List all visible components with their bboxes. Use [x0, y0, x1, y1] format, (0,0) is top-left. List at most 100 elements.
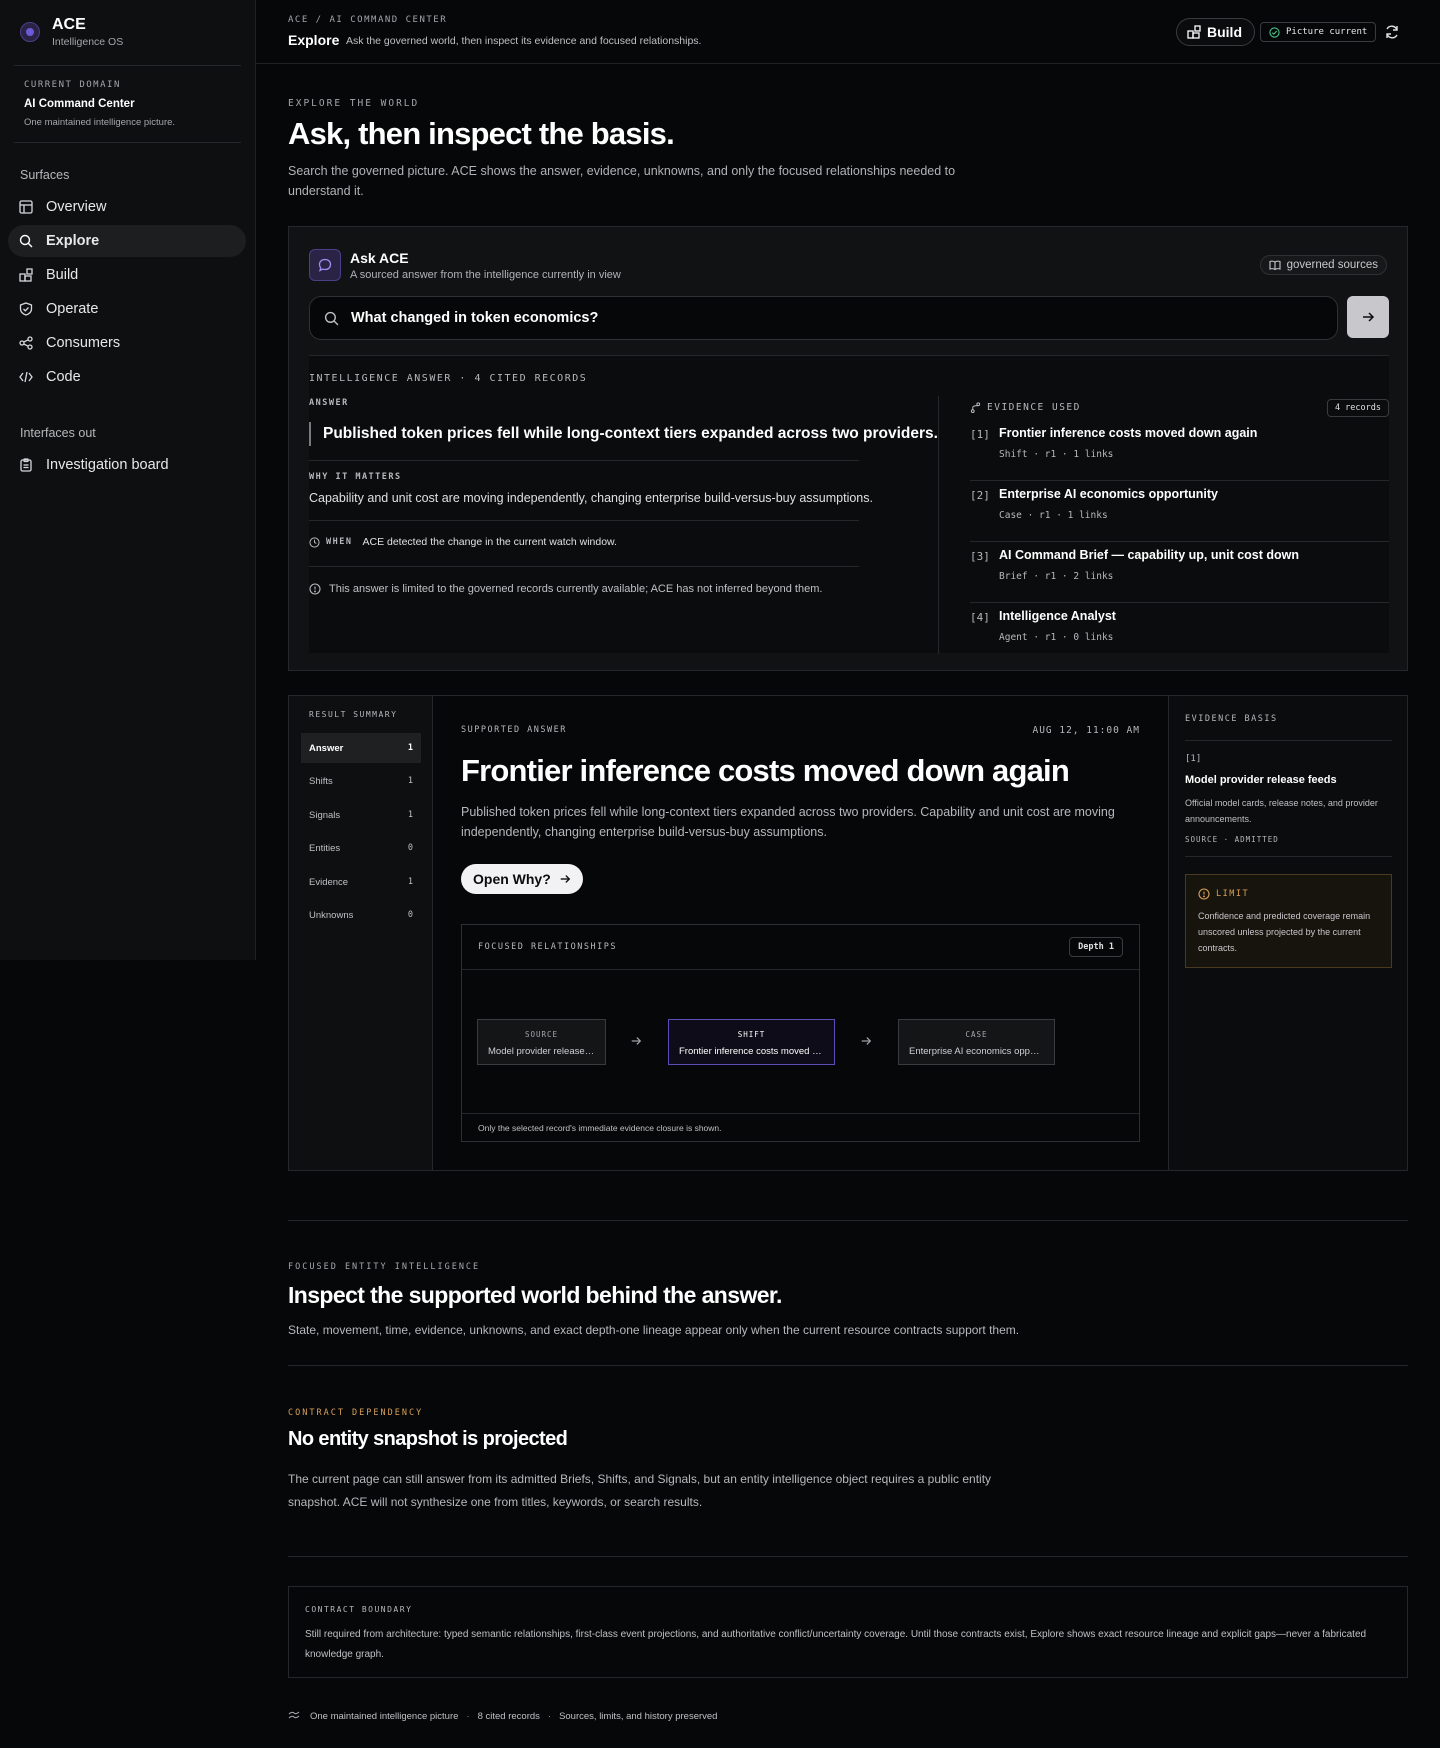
open-why-label: Open Why?: [473, 871, 551, 887]
evidence-title: Intelligence Analyst: [999, 609, 1116, 623]
nav-item-explore[interactable]: Explore: [8, 225, 246, 257]
ask-title: Ask ACE: [350, 250, 409, 266]
relationships-footnote: Only the selected record's immediate evi…: [478, 1123, 722, 1133]
sidebar-divider: [14, 65, 241, 66]
nav-item-label: Consumers: [46, 335, 121, 351]
summary-label: Evidence: [309, 876, 349, 888]
nav-item-label: Build: [46, 267, 79, 283]
hero-eyebrow: EXPLORE THE WORLD: [288, 98, 420, 109]
hero-subtitle: Search the governed picture. ACE shows t…: [288, 161, 1008, 201]
nav-item-consumers[interactable]: Consumers: [8, 327, 246, 359]
contract-boundary: CONTRACT BOUNDARY Still required from ar…: [288, 1586, 1408, 1678]
evidence-item[interactable]: [1] Frontier inference costs moved down …: [970, 422, 1389, 483]
nav-item-build[interactable]: Build: [8, 259, 246, 291]
evidence-num: [1]: [970, 428, 990, 441]
ask-search-box[interactable]: [309, 296, 1338, 340]
summary-item-evidence[interactable]: Evidence 1: [301, 867, 421, 897]
footer-item: Sources, limits, and history preserved: [559, 1710, 718, 1722]
when-row: WHEN ACE detected the change in the curr…: [309, 536, 617, 548]
supported-answer: SUPPORTED ANSWER AUG 12, 11:00 AM Fronti…: [433, 696, 1168, 1170]
summary-count: 0: [407, 843, 413, 853]
nav-item-label: Explore: [46, 233, 100, 249]
node-case[interactable]: CASE Enterprise AI economics opportunity: [898, 1019, 1055, 1065]
section-divider: [288, 1220, 1408, 1221]
node-source[interactable]: SOURCE Model provider release feeds: [477, 1019, 606, 1065]
summary-count: 1: [407, 776, 413, 786]
evidence-meta: Agent · r1 · 0 links: [999, 632, 1114, 643]
evidence-meta: Brief · r1 · 2 links: [999, 571, 1114, 582]
limit-row: This answer is limited to the governed r…: [309, 583, 822, 595]
summary-item-shifts[interactable]: Shifts 1: [301, 766, 421, 796]
summary-item-unknowns[interactable]: Unknowns 0: [301, 900, 421, 930]
blocks-icon: [1187, 25, 1201, 39]
share-icon: [18, 335, 34, 351]
top-bar: ACE / AI COMMAND CENTER Explore Ask the …: [256, 0, 1440, 64]
node-type: SHIFT: [737, 1030, 766, 1039]
refresh-button[interactable]: [1382, 22, 1402, 42]
answer-label: ANSWER: [309, 398, 349, 408]
entity-text: State, movement, time, evidence, unknown…: [288, 1323, 1020, 1337]
summary-item-entities[interactable]: Entities 0: [301, 833, 421, 863]
column-divider: [938, 396, 939, 654]
divider: [970, 541, 1389, 542]
supported-answer-title: Frontier inference costs moved down agai…: [461, 753, 1070, 788]
divider: [309, 460, 859, 461]
sidebar: ACE Intelligence OS CURRENT DOMAIN AI Co…: [0, 0, 256, 960]
open-why-button[interactable]: Open Why?: [461, 864, 583, 894]
brand-name: ACE: [52, 16, 86, 33]
why-label: WHY IT MATTERS: [309, 472, 402, 482]
summary-count: 1: [407, 810, 413, 820]
divider: [970, 602, 1389, 603]
depth-chip[interactable]: Depth 1: [1069, 937, 1123, 957]
evidence-num: [4]: [970, 611, 990, 624]
focused-relationships: FOCUSED RELATIONSHIPS Depth 1 SOURCE Mod…: [461, 924, 1140, 1142]
supported-answer-label: SUPPORTED ANSWER: [461, 725, 567, 735]
evidence-count-badge: 4 records: [1326, 399, 1389, 417]
brand-subtitle: Intelligence OS: [52, 36, 124, 48]
basis-title[interactable]: Model provider release feeds: [1185, 774, 1337, 786]
ask-query-input[interactable]: [351, 310, 1251, 326]
summary-item-answer[interactable]: Answer 1: [301, 733, 421, 763]
intelligence-picture-icon: [288, 1710, 300, 1722]
code-icon: [18, 369, 34, 385]
boundary-title: CONTRACT BOUNDARY: [305, 1605, 413, 1614]
node-shift[interactable]: SHIFT Frontier inference costs moved dow…: [668, 1019, 835, 1065]
governed-sources-chip[interactable]: governed sources: [1259, 255, 1387, 275]
basis-meta: SOURCE · ADMITTED: [1185, 835, 1279, 844]
blocks-icon: [18, 267, 34, 283]
status-label: Picture current: [1286, 27, 1368, 37]
limit-callout: LIMIT Confidence and predicted coverage …: [1185, 874, 1392, 968]
footer-item: One maintained intelligence picture: [310, 1710, 459, 1722]
divider: [462, 969, 1139, 970]
entity-eyebrow: FOCUSED ENTITY INTELLIGENCE: [288, 1262, 481, 1272]
evidence-item[interactable]: [3] AI Command Brief — capability up, un…: [970, 544, 1389, 605]
evidence-basis-label: EVIDENCE BASIS: [1185, 714, 1278, 724]
basis-description: Official model cards, release notes, and…: [1185, 798, 1378, 824]
clipboard-icon: [18, 457, 34, 473]
evidence-header: EVIDENCE USED: [970, 402, 1081, 413]
summary-item-signals[interactable]: Signals 1: [301, 800, 421, 830]
evidence-meta: Case · r1 · 1 links: [999, 510, 1108, 521]
picture-status-badge: Picture current: [1260, 22, 1377, 42]
chat-icon: [309, 249, 341, 281]
nav-item-operate[interactable]: Operate: [8, 293, 246, 325]
domain-name: AI Command Center: [24, 98, 135, 110]
evidence-item[interactable]: [2] Enterprise AI economics opportunity …: [970, 483, 1389, 544]
search-icon: [18, 233, 34, 249]
nav-item-overview[interactable]: Overview: [8, 191, 246, 223]
summary-label: Unknowns: [309, 909, 354, 921]
nav-item-investigation-board[interactable]: Investigation board: [8, 449, 246, 481]
page-subtitle: Ask the governed world, then inspect its…: [346, 35, 702, 47]
evidence-item[interactable]: [4] Intelligence Analyst Agent · r1 · 0 …: [970, 605, 1389, 666]
evidence-label: EVIDENCE USED: [987, 402, 1081, 413]
build-button[interactable]: Build: [1176, 18, 1255, 46]
breadcrumb[interactable]: ACE / AI COMMAND CENTER: [288, 15, 447, 25]
summary-label: Shifts: [309, 775, 333, 787]
ask-submit-button[interactable]: [1347, 296, 1389, 338]
summary-count: 1: [407, 743, 413, 753]
nav-item-code[interactable]: Code: [8, 361, 246, 393]
current-domain[interactable]: CURRENT DOMAIN AI Command Center One mai…: [24, 80, 175, 128]
node-label: Model provider release feeds: [488, 1046, 605, 1057]
brand[interactable]: ACE Intelligence OS: [20, 16, 123, 48]
footer-item: 8 cited records: [477, 1710, 540, 1722]
